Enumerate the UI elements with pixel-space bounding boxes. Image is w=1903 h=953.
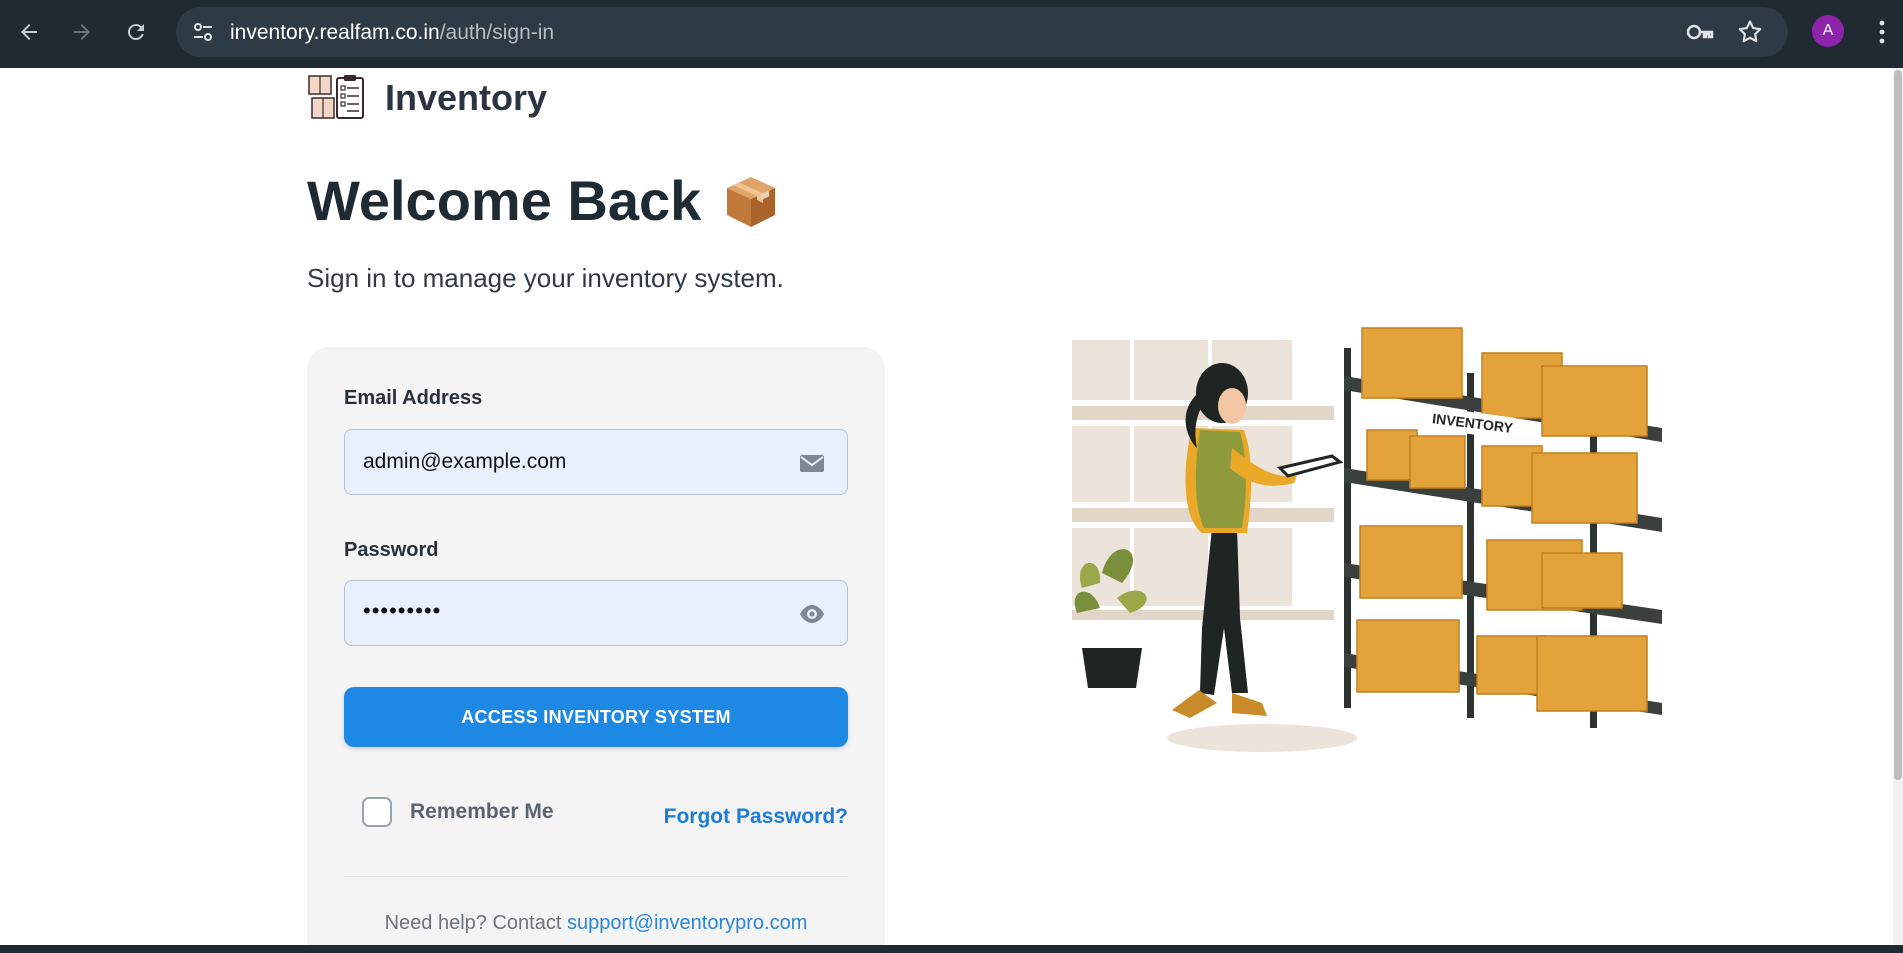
sign-in-card: Email Address admin@example.com Password…	[307, 347, 885, 945]
site-settings-icon[interactable]	[190, 19, 216, 45]
warehouse-illustration: INVENTORY	[1072, 327, 1662, 752]
eye-toggle-icon[interactable]	[799, 601, 825, 627]
reload-icon	[127, 24, 144, 41]
brand-name: Inventory	[385, 77, 548, 118]
brand-header: Inventory	[307, 72, 547, 124]
bookmark-star-icon[interactable]	[1736, 18, 1764, 46]
profile-avatar[interactable]: A	[1812, 15, 1844, 47]
password-value: •••••••••	[363, 598, 442, 623]
page-title: Welcome Back	[307, 168, 779, 233]
inventory-logo-icon	[308, 75, 364, 119]
password-label: Password	[344, 539, 439, 561]
forgot-password-link[interactable]: Forgot Password?	[664, 805, 848, 829]
email-value: admin@example.com	[363, 450, 567, 473]
scrollbar-thumb[interactable]	[1894, 70, 1902, 780]
support-email-link[interactable]: support@inventorypro.com	[567, 912, 807, 934]
forward-button[interactable]	[67, 17, 97, 47]
package-icon	[727, 176, 776, 227]
access-inventory-button[interactable]: ACCESS INVENTORY SYSTEM	[344, 687, 848, 747]
kebab-menu-icon[interactable]	[1870, 16, 1894, 48]
url-host: inventory.realfam.co.in	[230, 21, 440, 44]
divider	[344, 876, 848, 877]
browser-toolbar: inventory.realfam.co.in/auth/sign-in A	[0, 0, 1903, 68]
page-subtitle: Sign in to manage your inventory system.	[307, 263, 784, 293]
email-label: Email Address	[344, 387, 483, 409]
back-button[interactable]	[14, 17, 44, 47]
bottom-edge	[0, 945, 1903, 953]
page-title-text: Welcome Back	[307, 169, 702, 232]
key-icon[interactable]	[1686, 19, 1714, 45]
envelope-icon	[800, 455, 824, 472]
help-prefix: Need help? Contact	[384, 912, 567, 934]
password-field[interactable]: •••••••••	[344, 580, 848, 646]
email-field[interactable]: admin@example.com	[344, 429, 848, 495]
page-viewport: Inventory Welcome Back Sign in to manage…	[0, 68, 1893, 945]
remember-me[interactable]: Remember Me	[362, 797, 554, 827]
help-text: Need help? Contact support@inventorypro.…	[307, 912, 885, 935]
remember-me-label[interactable]: Remember Me	[410, 800, 554, 824]
page-scrollbar[interactable]	[1893, 68, 1903, 945]
arrow-left-icon	[21, 24, 37, 40]
remember-me-checkbox[interactable]	[362, 797, 392, 827]
address-bar[interactable]: inventory.realfam.co.in/auth/sign-in	[176, 7, 1788, 57]
url-path: /auth/sign-in	[439, 21, 555, 44]
reload-button[interactable]	[121, 17, 151, 47]
url-text: inventory.realfam.co.in/auth/sign-in	[230, 21, 554, 45]
arrow-right-icon	[74, 24, 90, 40]
